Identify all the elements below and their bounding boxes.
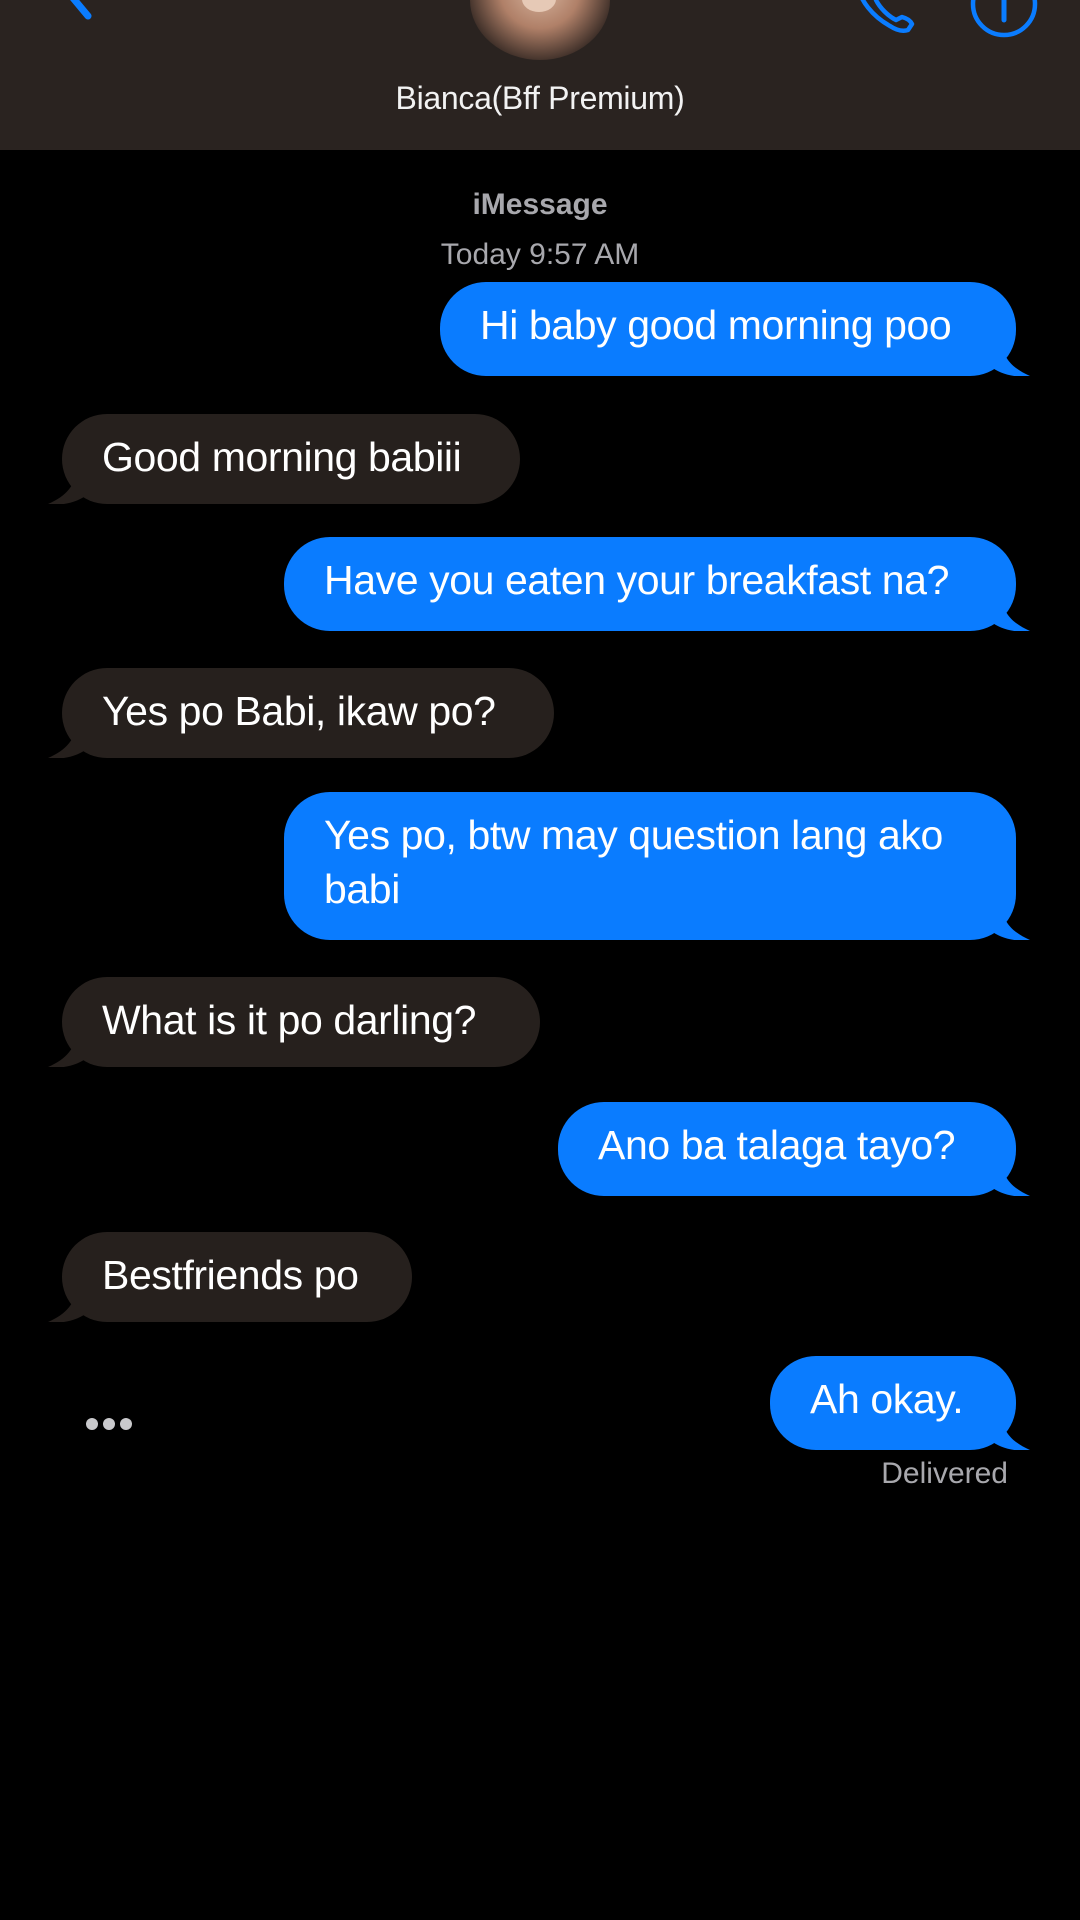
avatar-photo-detail <box>522 0 556 12</box>
message-text: Yes po Babi, ikaw po? <box>102 688 496 734</box>
typing-indicator <box>86 1412 132 1436</box>
message-text: Bestfriends po <box>102 1252 359 1298</box>
received-message-bubble[interactable]: Yes po Babi, ikaw po? <box>48 668 554 758</box>
bubble-tail <box>48 464 88 504</box>
received-message-bubble[interactable]: Bestfriends po <box>48 1232 412 1322</box>
sent-message-bubble[interactable]: Yes po, btw may question lang ako babi <box>284 792 1030 940</box>
sent-message-bubble[interactable]: Ah okay. <box>770 1356 1030 1450</box>
call-button[interactable] <box>850 0 920 46</box>
contact-avatar[interactable] <box>470 0 610 60</box>
typing-dot <box>86 1418 98 1430</box>
bubble-tail <box>990 591 1030 631</box>
message-text: Yes po, btw may question lang ako babi <box>324 812 943 912</box>
sent-message-bubble[interactable]: Have you eaten your breakfast na? <box>284 537 1030 631</box>
back-button[interactable] <box>28 0 98 40</box>
thread-timestamp: Today 9:57 AM <box>440 238 640 271</box>
bubble-tail <box>990 1410 1030 1450</box>
bubble-tail <box>990 336 1030 376</box>
message-text: Good morning babiii <box>102 434 462 480</box>
typing-dot <box>120 1418 132 1430</box>
info-icon <box>970 0 1038 38</box>
typing-dot <box>103 1418 115 1430</box>
info-button[interactable] <box>968 0 1040 40</box>
conversation-header: Bianca(Bff Premium) <box>0 0 1080 150</box>
sent-message-bubble[interactable]: Hi baby good morning poo <box>440 282 1030 376</box>
contact-name[interactable]: Bianca(Bff Premium) <box>0 80 1080 117</box>
bubble-tail <box>48 1027 88 1067</box>
bubble-tail <box>990 900 1030 940</box>
message-text: Hi baby good morning poo <box>480 302 952 348</box>
bubble-tail <box>48 1282 88 1322</box>
messages-screen: Bianca(Bff Premium) iMessage Today 9:57 … <box>0 0 1080 1920</box>
sent-message-bubble[interactable]: Ano ba talaga tayo? <box>558 1102 1030 1196</box>
back-chevron-icon <box>70 0 92 20</box>
message-text: Ano ba talaga tayo? <box>598 1122 956 1168</box>
service-label: iMessage <box>472 188 608 221</box>
message-text: What is it po darling? <box>102 997 477 1043</box>
delivery-status: Delivered <box>881 1457 1008 1490</box>
bubble-tail <box>48 718 88 758</box>
message-text: Have you eaten your breakfast na? <box>324 557 949 603</box>
phone-icon <box>860 0 915 34</box>
received-message-bubble[interactable]: What is it po darling? <box>48 977 540 1067</box>
received-message-bubble[interactable]: Good morning babiii <box>48 414 520 504</box>
message-text: Ah okay. <box>810 1376 964 1422</box>
bubble-tail <box>990 1156 1030 1196</box>
